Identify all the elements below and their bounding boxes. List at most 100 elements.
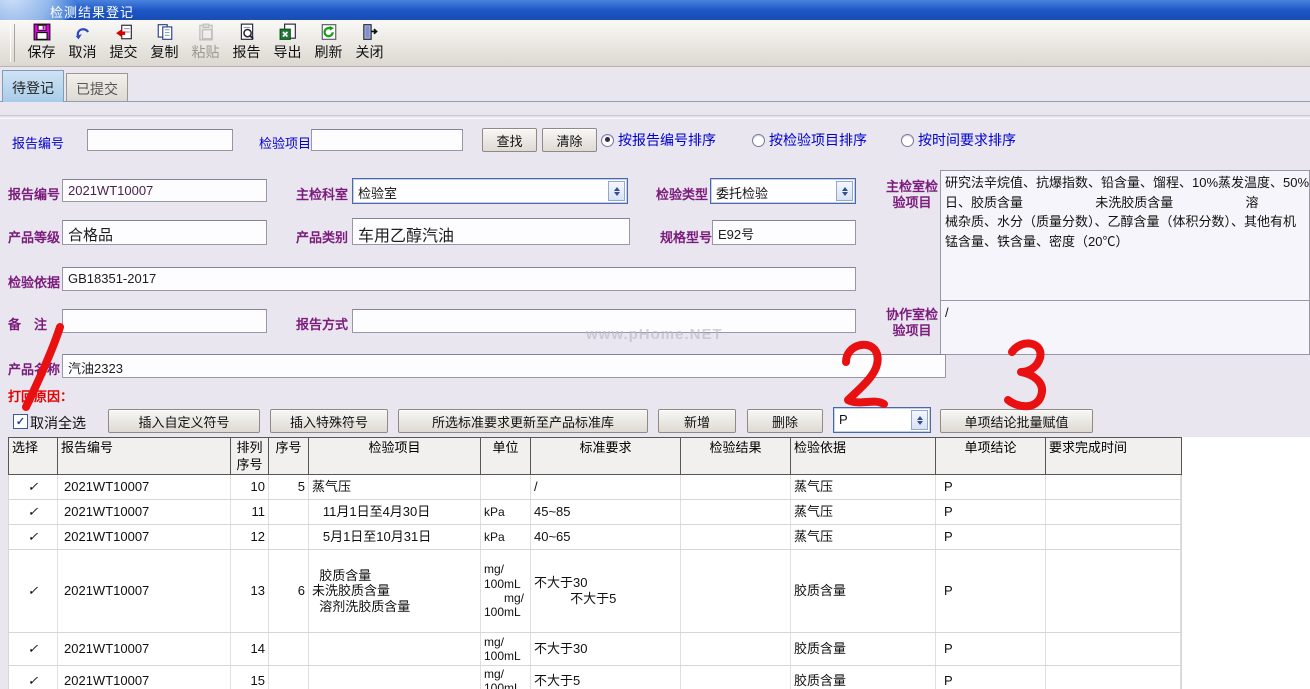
- product-grade-value[interactable]: 合格品: [62, 220, 267, 245]
- sort-radio-label: 按检验项目排序: [769, 130, 867, 150]
- tab-pending[interactable]: 待登记: [2, 70, 64, 102]
- spinner-icon[interactable]: [608, 181, 625, 201]
- cell-due: [1046, 550, 1181, 632]
- radio-icon: [752, 134, 765, 147]
- table-row[interactable]: ✓2021WT10007136 胶质含量 未洗胶质含量 溶剂洗胶质含量mg/ 1…: [9, 550, 1181, 633]
- main-items-textarea[interactable]: 研究法辛烷值、抗爆指数、铅含量、馏程、10%蒸发温度、50%蒸 日、胶质含量 未…: [940, 170, 1310, 310]
- column-header[interactable]: 标准要求: [531, 438, 681, 474]
- coop-items-textarea[interactable]: /: [940, 300, 1310, 355]
- row-check-icon[interactable]: ✓: [9, 666, 58, 689]
- row-check-icon[interactable]: ✓: [9, 475, 58, 499]
- cell-result: [681, 475, 791, 499]
- batch-assign-button[interactable]: 单项结论批量赋值: [940, 409, 1093, 433]
- sort-radio-2[interactable]: 按时间要求排序: [901, 130, 1016, 150]
- spinner-icon[interactable]: [836, 181, 853, 201]
- cell-item: [309, 633, 481, 665]
- column-header[interactable]: 检验项目: [309, 438, 481, 474]
- conclusion-select[interactable]: P: [833, 407, 931, 433]
- cell-basis: 胶质含量: [791, 633, 936, 665]
- sort-radio-1[interactable]: 按检验项目排序: [752, 130, 867, 150]
- main-items-label: 主检室检 验项目: [886, 179, 938, 212]
- column-header[interactable]: 检验结果: [681, 438, 791, 474]
- radio-icon: [901, 134, 914, 147]
- export-icon: [279, 23, 297, 41]
- app-window: 检测结果登记 保存取消提交复制粘贴报告导出刷新关闭 待登记 已提交 报告编号 检…: [0, 0, 1310, 689]
- search-report-no-input[interactable]: [87, 129, 233, 151]
- cell-requirement: /: [531, 475, 681, 499]
- row-check-icon[interactable]: ✓: [9, 525, 58, 549]
- toolbar-button-export[interactable]: 导出: [267, 20, 308, 62]
- toolbar-button-close[interactable]: 关闭: [349, 20, 390, 62]
- report-no-value[interactable]: 2021WT10007: [62, 179, 267, 202]
- window-title: 检测结果登记: [50, 2, 134, 20]
- delete-button[interactable]: 删除: [747, 409, 823, 433]
- submit-icon: [115, 23, 133, 41]
- watermark: www.pHome.NET: [586, 326, 723, 343]
- reject-reason-label: 打回原因：: [8, 386, 73, 405]
- column-header[interactable]: 单项结论: [936, 438, 1046, 474]
- spinner-icon[interactable]: [911, 410, 928, 430]
- toolbar-button-report[interactable]: 报告: [226, 20, 267, 62]
- close-icon: [361, 23, 379, 41]
- spec-model-value[interactable]: E92号: [712, 220, 856, 245]
- cell-conclusion: P: [936, 475, 1046, 499]
- column-header[interactable]: 检验依据: [791, 438, 936, 474]
- test-basis-value[interactable]: GB18351-2017: [62, 267, 856, 291]
- cell-requirement: 不大于5: [531, 666, 681, 689]
- test-type-select[interactable]: 委托检验: [710, 178, 856, 204]
- tab-submitted[interactable]: 已提交: [66, 73, 128, 102]
- test-basis-label: 检验依据: [8, 272, 60, 291]
- update-standard-button[interactable]: 所选标准要求更新至产品标准库: [398, 409, 648, 433]
- row-check-icon[interactable]: ✓: [9, 500, 58, 524]
- undo-icon: [74, 23, 92, 41]
- main-dept-select[interactable]: 检验室: [352, 178, 628, 204]
- toolbar-button-refresh[interactable]: 刷新: [308, 20, 349, 62]
- table-row[interactable]: ✓2021WT1000711 11月1日至4月30日kPa45~85蒸气压P: [9, 500, 1181, 525]
- cell-conclusion: P: [936, 525, 1046, 549]
- product-name-value[interactable]: 汽油2323: [62, 354, 946, 378]
- cell-item: 11月1日至4月30日: [309, 500, 481, 524]
- table-row[interactable]: ✓2021WT10007105蒸气压/蒸气压P: [9, 475, 1181, 500]
- insert-custom-symbol-button[interactable]: 插入自定义符号: [108, 409, 260, 433]
- report-icon: [238, 23, 256, 41]
- table-row[interactable]: ✓2021WT1000712 5月1日至10月31日kPa40~65蒸气压P: [9, 525, 1181, 550]
- table-row[interactable]: ✓2021WT1000715mg/ 100mL不大于5胶质含量P: [9, 666, 1181, 689]
- add-button[interactable]: 新增: [658, 409, 736, 433]
- select-all-checkbox[interactable]: ✓: [13, 414, 28, 429]
- cell-seq_no: 6: [269, 550, 309, 632]
- column-header[interactable]: 排列 序号: [231, 438, 269, 474]
- cell-item: [309, 666, 481, 689]
- insert-special-symbol-button[interactable]: 插入特殊符号: [270, 409, 388, 433]
- cell-unit: mg/ 100mL: [481, 666, 531, 689]
- cell-result: [681, 550, 791, 632]
- column-header[interactable]: 报告编号: [58, 438, 231, 474]
- cell-seq_no: [269, 666, 309, 689]
- column-header[interactable]: 选择: [9, 438, 58, 474]
- column-header[interactable]: 序号: [269, 438, 309, 474]
- table-row[interactable]: ✓2021WT1000714mg/ 100mL不大于30胶质含量P: [9, 633, 1181, 666]
- sort-radio-label: 按时间要求排序: [918, 130, 1016, 150]
- refresh-icon: [320, 23, 338, 41]
- clear-button[interactable]: 清除: [542, 128, 597, 152]
- sort-radio-0[interactable]: 按报告编号排序: [601, 130, 716, 150]
- remark-value[interactable]: [62, 309, 267, 333]
- toolbar-button-copy[interactable]: 复制: [144, 20, 185, 62]
- column-header[interactable]: 单位: [481, 438, 531, 474]
- toolbar-button-undo[interactable]: 取消: [62, 20, 103, 62]
- cell-sort_no: 14: [231, 633, 269, 665]
- sort-radio-label: 按报告编号排序: [618, 130, 716, 150]
- cell-unit: kPa: [481, 500, 531, 524]
- row-check-icon[interactable]: ✓: [9, 633, 58, 665]
- cell-conclusion: P: [936, 500, 1046, 524]
- find-button[interactable]: 查找: [482, 128, 537, 152]
- paste-icon: [197, 23, 215, 41]
- toolbar-grip[interactable]: [10, 24, 15, 62]
- search-test-item-input[interactable]: [311, 129, 463, 151]
- product-category-value[interactable]: 车用乙醇汽油: [352, 218, 630, 245]
- save-button[interactable]: 保存: [21, 20, 62, 62]
- toolbar-button-submit[interactable]: 提交: [103, 20, 144, 62]
- table-header-row: 选择报告编号排列 序号序号检验项目单位标准要求检验结果检验依据单项结论要求完成时…: [8, 437, 1182, 475]
- cell-report_no: 2021WT10007: [58, 500, 231, 524]
- row-check-icon[interactable]: ✓: [9, 550, 58, 632]
- column-header[interactable]: 要求完成时间: [1046, 438, 1181, 474]
